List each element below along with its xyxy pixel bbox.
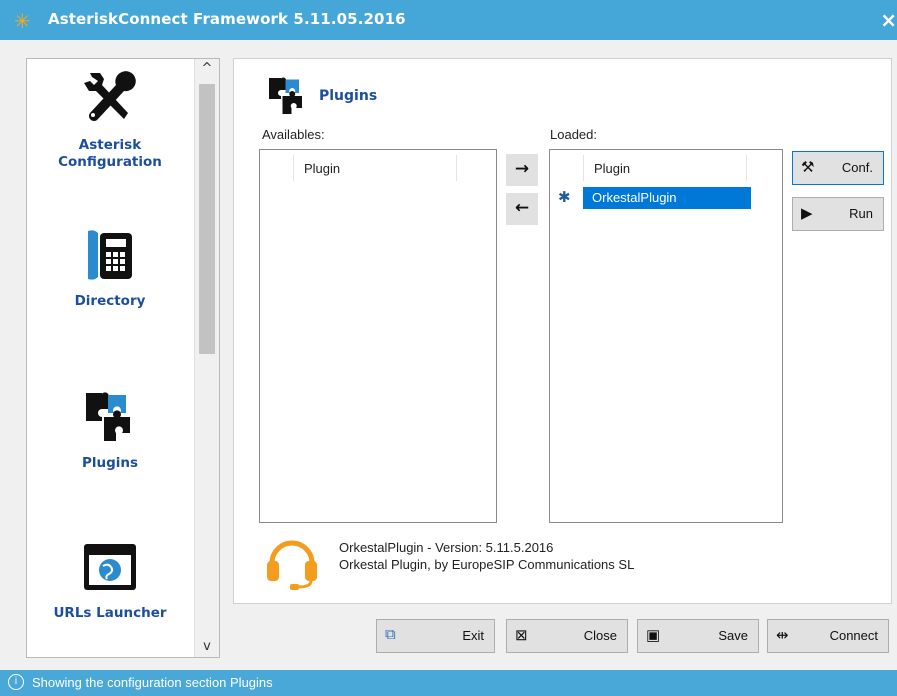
plugin-description: Orkestal Plugin, by EuropeSIP Communicat… (339, 557, 635, 572)
column-header-plugin[interactable]: Plugin (594, 161, 630, 176)
exit-button[interactable]: ⧉ Exit (376, 619, 495, 653)
column-separator (583, 155, 584, 181)
loaded-list[interactable]: Plugin ✱ OrkestalPlugin (549, 149, 783, 523)
conf-button[interactable]: ⚒ Conf. (792, 151, 884, 185)
run-button[interactable]: ▶ Run (792, 197, 884, 231)
nav-label: URLs Launcher (53, 605, 167, 621)
title-bar: ✳ AsteriskConnect Framework 5.11.05.2016… (0, 0, 897, 40)
floppy-disk-icon: ▣ (646, 627, 661, 644)
remove-plugin-button[interactable]: ← (506, 193, 538, 225)
status-text: Showing the configuration section Plugin… (32, 675, 273, 690)
plug-icon: ⇹ (776, 627, 789, 644)
connect-button-label: Connect (829, 628, 878, 643)
list-item-label: OrkestalPlugin (592, 190, 677, 205)
nav-item-directory[interactable]: Directory (27, 227, 193, 310)
info-icon: i (8, 674, 24, 690)
close-button-label: Close (583, 628, 617, 643)
headset-icon (267, 540, 317, 590)
save-button-label: Save (718, 628, 748, 643)
save-button[interactable]: ▣ Save (637, 619, 759, 653)
availables-label: Availables: (262, 127, 325, 142)
exit-button-label: Exit (462, 628, 484, 643)
status-bar: i Showing the configuration section Plug… (0, 670, 897, 696)
scroll-thumb[interactable] (199, 84, 215, 354)
availables-list[interactable]: Plugin (259, 149, 497, 523)
exit-door-icon: ⧉ (385, 626, 396, 643)
column-separator (456, 155, 457, 181)
connect-button[interactable]: ⇹ Connect (767, 619, 889, 653)
plugins-panel: Plugins Availables: Loaded: Plugin → ← P… (233, 58, 892, 604)
tools-icon: ⚒ (801, 159, 815, 176)
nav-label: Configuration (58, 154, 162, 170)
scroll-up-button[interactable]: ^ (195, 59, 219, 79)
add-plugin-button[interactable]: → (506, 154, 538, 186)
list-item[interactable]: OrkestalPlugin (583, 187, 751, 209)
nav-item-plugins[interactable]: Plugins (27, 389, 193, 472)
conf-button-label: Conf. (841, 160, 873, 175)
section-title: Plugins (319, 88, 378, 104)
play-icon: ▶ (801, 205, 813, 222)
puzzle-icon (86, 392, 130, 441)
close-box-icon: ⊠ (515, 627, 528, 644)
nav-label: Asterisk (78, 137, 142, 153)
nav-label: Plugins (81, 455, 139, 471)
nav-item-urls-launcher[interactable]: URLs Launcher (27, 541, 193, 622)
phone-directory-icon (88, 230, 132, 280)
close-window-button[interactable]: × (880, 8, 897, 32)
run-button-label: Run (849, 206, 873, 221)
window-title: AsteriskConnect Framework 5.11.05.2016 (48, 10, 406, 28)
nav-label: Directory (74, 293, 146, 309)
nav-scrollbar[interactable]: ^ v (194, 59, 219, 657)
section-nav: Asterisk Configuration Directory Plugins (26, 58, 220, 658)
scroll-down-button[interactable]: v (195, 637, 219, 657)
column-separator (293, 155, 294, 181)
tools-icon (84, 71, 136, 121)
plugins-section-icon (269, 77, 302, 114)
plugin-info: OrkestalPlugin - Version: 5.11.5.2016 Or… (339, 539, 634, 573)
close-button[interactable]: ⊠ Close (506, 619, 628, 653)
nav-item-asterisk-configuration[interactable]: Asterisk Configuration (27, 67, 193, 171)
globe-window-icon (84, 544, 136, 590)
asterisk-icon: ✳ (14, 9, 31, 33)
loaded-label: Loaded: (550, 127, 597, 142)
puzzle-icon: ✱ (558, 188, 571, 206)
column-header-plugin[interactable]: Plugin (304, 161, 340, 176)
plugin-version: OrkestalPlugin - Version: 5.11.5.2016 (339, 540, 554, 555)
column-separator (746, 155, 747, 181)
